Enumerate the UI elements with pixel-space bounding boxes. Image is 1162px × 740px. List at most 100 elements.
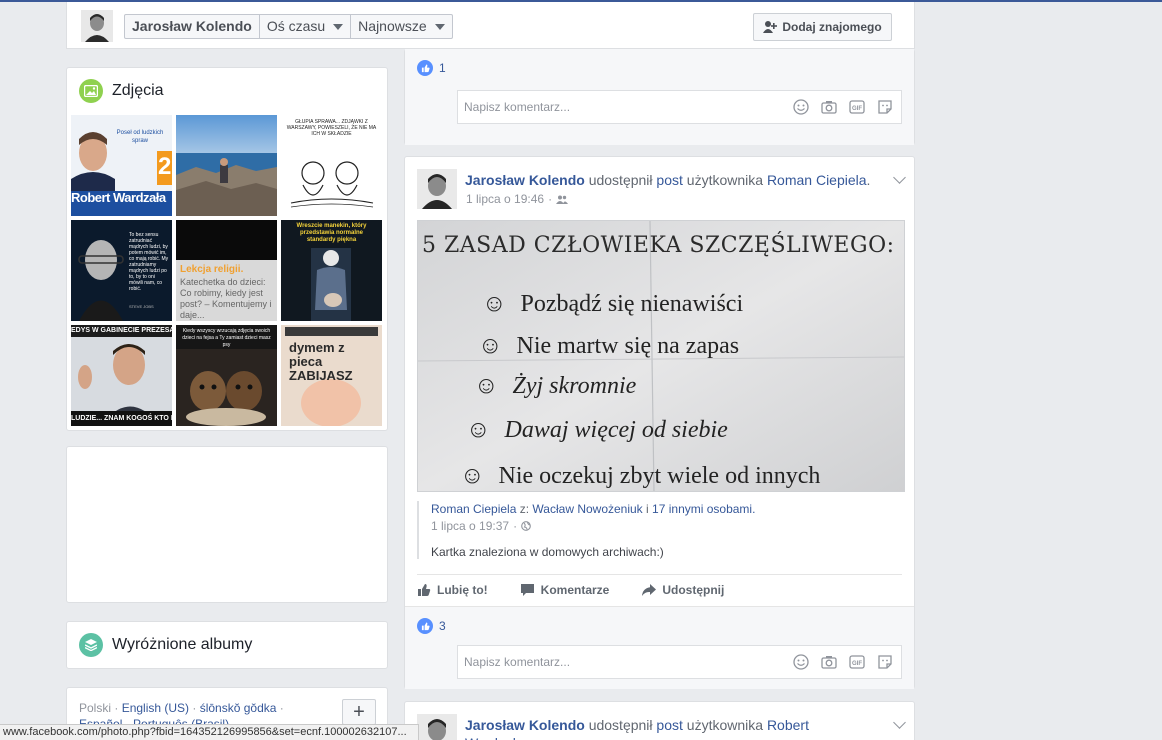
note-rule: ☺ Żyj skromnie bbox=[474, 373, 637, 399]
mannequin-thumbnail bbox=[311, 248, 351, 321]
photos-grid: Poseł od ludzkich spraw 2 Robert Wardzał… bbox=[71, 115, 382, 426]
comment-tools: GIF bbox=[793, 654, 893, 670]
post-of-user: użytkownika bbox=[686, 172, 764, 188]
dogs-thumbnail bbox=[186, 371, 266, 426]
post-verb: udostępnił bbox=[588, 172, 653, 188]
globe-icon[interactable] bbox=[521, 521, 531, 531]
like-summary[interactable]: 3 bbox=[405, 607, 914, 645]
friends-audience-icon[interactable] bbox=[556, 195, 569, 204]
comment-button-label: Komentarze bbox=[540, 583, 610, 597]
shared-post-text: Kartka znaleziona w domowych archiwach:) bbox=[431, 545, 664, 559]
sort-dropdown[interactable]: Najnowsze bbox=[351, 15, 451, 38]
sticker-icon[interactable] bbox=[877, 654, 893, 670]
shared-and-text: i bbox=[646, 502, 649, 516]
tagged-others-link[interactable]: 17 innymi osobami. bbox=[652, 502, 755, 516]
comment-tools: GIF bbox=[793, 99, 893, 115]
comment-icon bbox=[520, 584, 534, 596]
breadcrumb-profile-name[interactable]: Jarosław Kolendo bbox=[125, 15, 260, 38]
post-timestamp[interactable]: 1 lipca o 19:46 bbox=[466, 192, 544, 206]
photo-tile[interactable]: Lekcja religii. Katechetka do dzieci: Co… bbox=[176, 220, 277, 321]
post-photo[interactable]: 5 ZASAD CZŁOWIEKA SZCZĘŚLIWEGO: ☺ Pozbądź… bbox=[417, 220, 905, 492]
photo-caption-sub: STEVE JOBS bbox=[129, 304, 154, 309]
photo-tile[interactable]: Poseł od ludzkich spraw 2 Robert Wardzał… bbox=[71, 115, 172, 216]
original-author-link[interactable]: Roman Ciepiela bbox=[767, 172, 867, 188]
svg-text:GIF: GIF bbox=[852, 661, 862, 667]
photo-caption: Poseł od ludzkich spraw bbox=[116, 130, 164, 144]
shared-post-attribution: Roman Ciepiela z: Wacław Nowożeniuk i 17… bbox=[417, 501, 905, 559]
photo-tile[interactable]: dymem z pieca ZABIJASZ bbox=[281, 325, 382, 426]
like-button[interactable]: Lubię to! bbox=[417, 583, 488, 597]
feed-post: 1 Napisz komentarz... GIF bbox=[404, 49, 915, 145]
timeline-header-bar: Jarosław Kolendo Oś czasu Najnowsze Doda… bbox=[66, 2, 915, 49]
featured-albums-section: Wyróżnione albumy bbox=[66, 621, 388, 669]
author-avatar[interactable] bbox=[417, 169, 457, 209]
photo-tile[interactable]: Wreszcie manekin, który przedstawia norm… bbox=[281, 220, 382, 321]
camera-icon[interactable] bbox=[821, 99, 837, 115]
feed-post: Jarosław Kolendo udostępnił post użytkow… bbox=[404, 156, 915, 689]
featured-albums-title[interactable]: Wyróżnione albumy bbox=[112, 636, 252, 654]
share-button[interactable]: Udostępnij bbox=[641, 583, 724, 597]
like-summary[interactable]: 1 bbox=[405, 49, 914, 81]
sticker-icon[interactable] bbox=[877, 99, 893, 115]
comment-input[interactable]: Napisz komentarz... GIF bbox=[457, 90, 902, 124]
camera-icon[interactable] bbox=[821, 654, 837, 670]
gif-icon[interactable]: GIF bbox=[849, 654, 865, 670]
photo-tile[interactable]: To bez sensu zatrudniać mądrych ludzi, b… bbox=[71, 220, 172, 321]
chevron-down-icon bbox=[333, 23, 344, 30]
photo-caption-sub: Katechetka do dzieci: Co robimy, kiedy j… bbox=[180, 277, 272, 320]
post-title: Jarosław Kolendo udostępnił post użytkow… bbox=[465, 172, 871, 188]
add-friend-label: Dodaj znajomego bbox=[782, 20, 882, 34]
shared-with-prefix: z: bbox=[519, 502, 530, 516]
author-link[interactable]: Jarosław Kolendo bbox=[465, 172, 585, 188]
comment-placeholder: Napisz komentarz... bbox=[464, 100, 571, 114]
post-feedback: 1 Napisz komentarz... GIF bbox=[405, 49, 914, 145]
timeline-dropdown[interactable]: Oś czasu bbox=[260, 15, 352, 38]
note-title: 5 ZASAD CZŁOWIEKA SZCZĘŚLIWEGO: bbox=[422, 233, 895, 258]
svg-text:GIF: GIF bbox=[852, 106, 862, 112]
share-button-label: Udostępnij bbox=[662, 583, 725, 597]
author-avatar[interactable] bbox=[417, 714, 457, 740]
timeline-dropdown-label: Oś czasu bbox=[266, 18, 326, 34]
shared-author-link[interactable]: Roman Ciepiela bbox=[431, 502, 516, 516]
chevron-down-icon bbox=[434, 23, 445, 30]
empty-section bbox=[66, 446, 388, 603]
comment-input[interactable]: Napisz komentarz... GIF bbox=[457, 645, 902, 679]
note-rule: ☺ Nie oczekuj zbyt wiele od innych bbox=[460, 463, 821, 489]
note-rule: ☺ Nie martw się na zapas bbox=[478, 333, 740, 359]
cartoon-thumbnail bbox=[290, 161, 374, 208]
thumbs-up-icon bbox=[418, 584, 431, 596]
post-link[interactable]: post bbox=[656, 717, 682, 733]
post-options-chevron-icon[interactable] bbox=[893, 171, 906, 184]
emoji-icon[interactable] bbox=[793, 654, 809, 670]
comment-button[interactable]: Komentarze bbox=[520, 583, 610, 597]
post-title: Jarosław Kolendo udostępnił post użytkow… bbox=[465, 716, 825, 740]
photo-caption: LUDZIE... ZNAM KOGOŚ KTO B bbox=[71, 411, 172, 426]
lang-link[interactable]: English (US) bbox=[122, 701, 189, 715]
photo-caption: Lekcja religii. bbox=[180, 264, 244, 275]
lang-current: Polski bbox=[79, 701, 112, 715]
post-header: Jarosław Kolendo udostępnił post użytkow… bbox=[405, 157, 914, 217]
more-languages-button[interactable]: + bbox=[342, 699, 376, 725]
post-link[interactable]: post bbox=[656, 172, 682, 188]
add-friend-button[interactable]: Dodaj znajomego bbox=[753, 13, 892, 41]
post-options-chevron-icon[interactable] bbox=[893, 716, 906, 729]
photos-title[interactable]: Zdjęcia bbox=[112, 82, 164, 100]
gif-icon[interactable]: GIF bbox=[849, 99, 865, 115]
post-header: Jarosław Kolendo udostępnił post użytkow… bbox=[405, 702, 914, 740]
photo-tile[interactable] bbox=[176, 115, 277, 216]
sort-dropdown-label: Najnowsze bbox=[358, 18, 427, 34]
author-link[interactable]: Jarosław Kolendo bbox=[465, 717, 585, 733]
photo-tile[interactable]: GŁUPIA SPRAWA... ZDJĄWKI Z WARSZAWY, POW… bbox=[281, 115, 382, 216]
post-of-user: użytkownika bbox=[686, 717, 764, 733]
lang-link[interactable]: ślōnskŏ gŏdka bbox=[200, 701, 277, 715]
shared-timestamp[interactable]: 1 lipca o 19:37 bbox=[431, 519, 509, 533]
profile-avatar[interactable] bbox=[81, 10, 113, 42]
note-rule: ☺ Dawaj więcej od siebie bbox=[466, 417, 728, 443]
emoji-icon[interactable] bbox=[793, 99, 809, 115]
browser-status-url: www.facebook.com/photo.php?fbid=16435212… bbox=[0, 724, 419, 740]
share-icon bbox=[642, 583, 657, 596]
tagged-user-link[interactable]: Wacław Nowożeniuk bbox=[532, 502, 642, 516]
post-verb: udostępnił bbox=[588, 717, 653, 733]
photo-tile[interactable]: EDYS W GABINECIE PREZESA LUDZIE... ZNAM … bbox=[71, 325, 172, 426]
photo-tile[interactable]: Kiedy wszyscy wrzucają zdjęcia swoich dz… bbox=[176, 325, 277, 426]
